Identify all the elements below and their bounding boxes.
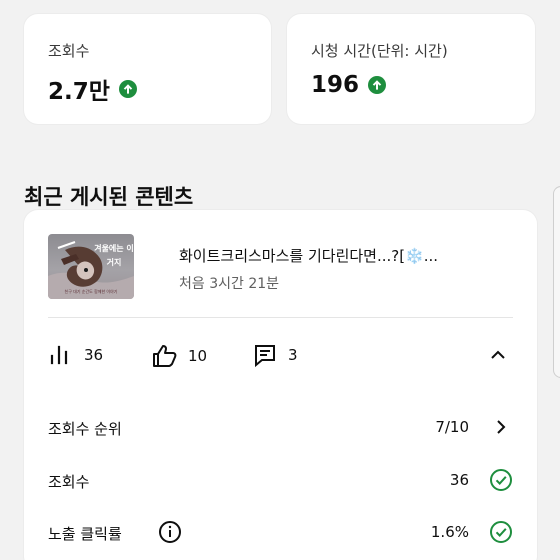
video-time: 처음 3시간 21분 bbox=[179, 276, 280, 292]
comment-icon bbox=[255, 345, 275, 368]
info-icon[interactable] bbox=[158, 520, 182, 544]
video-comments-metric: 3 bbox=[252, 342, 298, 368]
check-circle-icon bbox=[490, 469, 512, 491]
chevron-right-icon[interactable] bbox=[489, 415, 513, 439]
views-detail-row: 조회수 36 bbox=[48, 466, 513, 494]
click-through-rate-label: 노출 클릭률 bbox=[48, 525, 122, 543]
views-stat-value-row: 2.7만 bbox=[48, 72, 137, 106]
arrow-up-circle-icon bbox=[368, 76, 387, 94]
video-likes-count: 10 bbox=[188, 347, 208, 365]
video-thumbnail[interactable]: 겨울에는 이거지 친구 대기 순간도 함께한 이야기 bbox=[48, 234, 134, 299]
views-bar-chart-icon bbox=[50, 345, 68, 365]
click-through-rate-value: 1.6% bbox=[430, 523, 469, 541]
content-divider bbox=[48, 317, 513, 318]
analytics-page: 조회수 2.7만 시청 시간(단위: 시간) 196 최근 게시된 콘텐츠 겨울… bbox=[0, 0, 560, 560]
arrow-up-circle-icon bbox=[118, 80, 137, 98]
video-title[interactable]: 화이트크리스마스를 기다린다면...?[❄️... bbox=[179, 245, 519, 266]
recent-content-card: 겨울에는 이거지 친구 대기 순간도 함께한 이야기 화이트크리스마스를 기다린… bbox=[24, 210, 537, 560]
video-views-count: 36 bbox=[84, 346, 104, 364]
video-comments-count: 3 bbox=[288, 346, 298, 364]
views-detail-label: 조회수 bbox=[48, 473, 90, 491]
thumbs-up-icon bbox=[153, 345, 177, 367]
recent-content-title: 최근 게시된 콘텐츠 bbox=[24, 185, 194, 210]
edge-scrollbar[interactable] bbox=[553, 186, 560, 378]
video-views-metric: 36 bbox=[48, 342, 103, 368]
watch-time-stat-value: 196 bbox=[311, 72, 360, 98]
view-rank-value: 7/10 bbox=[435, 418, 469, 436]
thumbnail-overlay-text: 겨울에는 이거지 bbox=[94, 244, 134, 267]
view-rank-label: 조회수 순위 bbox=[48, 420, 122, 438]
check-circle-icon bbox=[490, 521, 512, 543]
video-likes-metric: 10 bbox=[150, 342, 207, 370]
view-rank-row[interactable]: 조회수 순위 7/10 bbox=[48, 413, 513, 441]
watch-time-stat-value-row: 196 bbox=[311, 72, 387, 98]
thumbnail-caption: 친구 대기 순간도 함께한 이야기 bbox=[64, 289, 118, 294]
views-detail-value: 36 bbox=[449, 471, 469, 489]
click-through-rate-row: 노출 클릭률 1.6% bbox=[48, 518, 513, 546]
views-stat-label: 조회수 bbox=[48, 42, 90, 60]
views-stat-card[interactable]: 조회수 2.7만 bbox=[24, 14, 271, 124]
watch-time-stat-card[interactable]: 시청 시간(단위: 시간) 196 bbox=[287, 14, 535, 124]
views-stat-value: 2.7만 bbox=[48, 79, 110, 105]
chevron-up-icon[interactable] bbox=[486, 343, 510, 367]
watch-time-stat-label: 시청 시간(단위: 시간) bbox=[311, 42, 448, 60]
